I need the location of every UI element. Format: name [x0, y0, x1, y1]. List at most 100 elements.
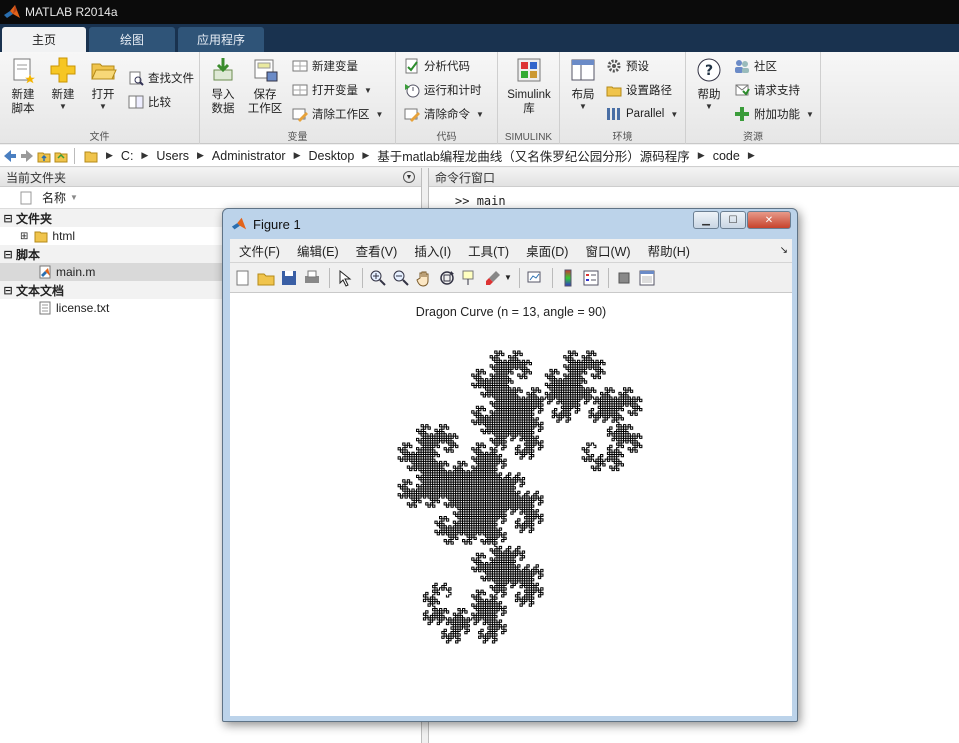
chevron-down-icon: ▼ — [705, 102, 713, 111]
data-cursor-icon[interactable] — [461, 269, 479, 287]
set-path-icon — [606, 86, 622, 97]
close-button[interactable]: ✕ — [747, 211, 791, 229]
chevron-down-icon: ▼ — [806, 109, 814, 119]
compare-button[interactable]: 比较 — [128, 92, 171, 112]
breadcrumb-item[interactable]: Desktop — [308, 149, 354, 163]
pointer-icon[interactable] — [336, 269, 354, 287]
minimize-icon: ▁ — [702, 214, 710, 226]
panel-menu-icon[interactable]: ▼ — [403, 171, 415, 183]
group-label-simulink: SIMULINK — [504, 132, 553, 143]
analyze-code-icon — [405, 58, 418, 74]
pan-hand-icon[interactable] — [415, 269, 433, 287]
show-plot-tools-icon[interactable] — [638, 269, 656, 287]
breadcrumb: ▶ C: ▶ Users ▶ Administrator ▶ Desktop ▶… — [98, 146, 763, 165]
preferences-button[interactable]: 预设 — [606, 56, 649, 76]
maximize-button[interactable]: ☐ — [720, 211, 746, 229]
command-line[interactable]: >> main — [455, 194, 506, 208]
menu-view[interactable]: 查看(V) — [356, 241, 398, 260]
colorbar-icon[interactable] — [559, 269, 577, 287]
menu-edit[interactable]: 编辑(E) — [297, 241, 339, 260]
request-support-button[interactable]: 请求支持 — [734, 80, 800, 100]
tab-apps[interactable]: 应用程序 — [178, 27, 264, 52]
new-figure-icon[interactable] — [234, 269, 252, 287]
hide-plot-tools-icon[interactable] — [615, 269, 633, 287]
browse-folder-icon[interactable] — [54, 149, 68, 163]
import-data-button[interactable]: 导入 数据 — [200, 56, 246, 116]
save-workspace-icon — [254, 59, 278, 82]
menu-tools[interactable]: 工具(T) — [468, 241, 509, 260]
menu-window[interactable]: 窗口(W) — [585, 241, 630, 260]
chevron-down-icon[interactable]: ▼ — [504, 273, 512, 282]
open-folder-icon — [91, 63, 117, 80]
figure-canvas[interactable]: Dragon Curve (n = 13, angle = 90) — [230, 293, 792, 716]
zoom-in-icon[interactable] — [369, 269, 387, 287]
breadcrumb-item[interactable]: C: — [121, 149, 134, 163]
layout-icon — [571, 59, 595, 81]
window-title: MATLAB R2014a — [25, 5, 118, 19]
breadcrumb-item[interactable]: Administrator — [212, 149, 286, 163]
parallel-button[interactable]: Parallel ▼ — [606, 104, 678, 124]
menu-desktop[interactable]: 桌面(D) — [526, 241, 568, 260]
clear-commands-button[interactable]: 清除命令 ▼ — [404, 104, 484, 124]
panel-title: 命令行窗口 — [435, 170, 496, 185]
breadcrumb-item[interactable]: 基于matlab编程龙曲线（又名侏罗纪公园分形）源码程序 — [377, 146, 690, 165]
layout-button[interactable]: 布局 ▼ — [560, 56, 606, 112]
group-label-variable: 变量 — [287, 132, 308, 143]
simulink-library-button[interactable]: Simulink 库 — [502, 56, 556, 116]
divider — [74, 147, 75, 164]
chevron-right-icon: ▶ — [197, 150, 204, 160]
panel-header: 命令行窗口 — [429, 168, 959, 187]
open-button[interactable]: 打开 ▼ — [80, 56, 126, 112]
svg-text:?: ? — [705, 63, 713, 79]
tab-plots[interactable]: 绘图 — [89, 27, 175, 52]
text-file-icon — [39, 301, 51, 315]
clear-commands-icon — [404, 108, 420, 122]
legend-icon[interactable] — [582, 269, 600, 287]
set-path-button[interactable]: 设置路径 — [606, 80, 672, 100]
zoom-out-icon[interactable] — [392, 269, 410, 287]
dragon-curve-plot — [397, 350, 643, 644]
help-button[interactable]: ? 帮助 ▼ — [686, 56, 732, 112]
community-button[interactable]: 社区 — [734, 56, 777, 76]
collapse-icon[interactable]: ⊟ — [0, 212, 16, 225]
find-files-button[interactable]: 查找文件 — [128, 68, 194, 88]
chevron-right-icon: ▶ — [141, 150, 149, 160]
save-icon[interactable] — [280, 269, 298, 287]
breadcrumb-item[interactable]: Users — [156, 149, 189, 163]
link-plot-icon[interactable] — [526, 269, 544, 287]
dock-arrow-icon[interactable]: ↘ — [780, 245, 788, 256]
rotate-3d-icon[interactable] — [438, 269, 456, 287]
back-arrow-icon[interactable] — [3, 149, 17, 163]
forward-arrow-icon[interactable] — [20, 149, 34, 163]
run-and-time-button[interactable]: 运行和计时 — [404, 80, 482, 100]
add-ons-button[interactable]: 附加功能 ▼ — [734, 104, 814, 124]
panel-title: 当前文件夹 — [6, 170, 67, 185]
column-header-name[interactable]: 名称 ▼ — [0, 187, 421, 209]
tab-home[interactable]: 主页 — [2, 27, 86, 52]
menu-help[interactable]: 帮助(H) — [648, 241, 690, 260]
new-script-icon — [13, 58, 35, 84]
collapse-icon[interactable]: ⊟ — [0, 284, 16, 297]
brush-icon[interactable] — [484, 269, 502, 287]
collapse-icon[interactable]: ⊟ — [0, 248, 16, 261]
clear-workspace-button[interactable]: 清除工作区 ▼ — [292, 104, 383, 124]
breadcrumb-item[interactable]: code — [713, 149, 740, 163]
menu-insert[interactable]: 插入(I) — [414, 241, 451, 260]
expand-icon[interactable]: ⊞ — [20, 231, 28, 242]
open-variable-button[interactable]: 打开变量 ▼ — [292, 80, 372, 100]
open-file-icon[interactable] — [257, 269, 275, 287]
folder-icon — [34, 231, 48, 243]
analyze-code-button[interactable]: 分析代码 — [404, 56, 470, 76]
command-prompt: >> — [455, 194, 470, 208]
up-folder-icon[interactable] — [37, 149, 51, 163]
file-column-icon — [20, 191, 32, 204]
open-variable-icon — [292, 84, 308, 96]
save-workspace-button[interactable]: 保存 工作区 — [242, 56, 288, 116]
chevron-right-icon: ▶ — [747, 150, 755, 160]
new-variable-button[interactable]: 新建变量 — [292, 56, 358, 76]
minimize-button[interactable]: ▁ — [693, 211, 719, 229]
close-icon: ✕ — [764, 214, 774, 226]
menu-file[interactable]: 文件(F) — [239, 241, 280, 260]
print-icon[interactable] — [303, 269, 321, 287]
chevron-right-icon: ▶ — [362, 150, 370, 160]
